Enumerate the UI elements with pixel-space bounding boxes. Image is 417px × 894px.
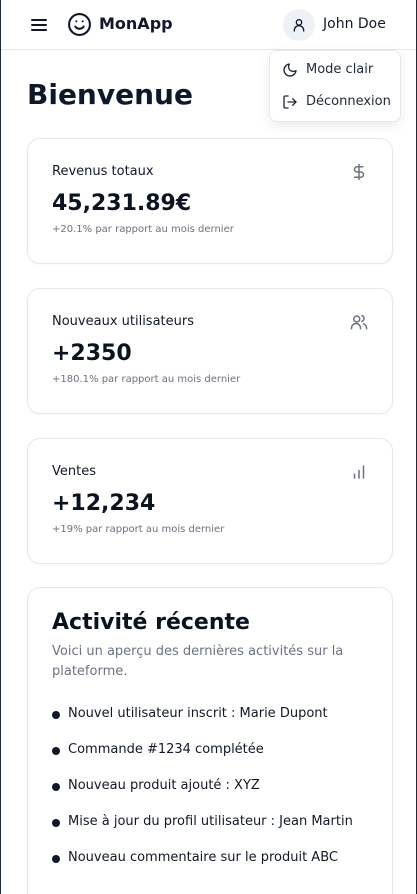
hamburger-icon-line xyxy=(31,19,47,21)
user-menu-button[interactable]: John Doe xyxy=(283,9,403,41)
users-icon xyxy=(350,314,368,330)
bullet-icon xyxy=(52,819,60,827)
activity-text: Mise à jour du profil utilisateur : Jean… xyxy=(68,814,353,829)
user-dropdown-menu: Mode clair Déconnexion xyxy=(269,50,401,122)
list-item: Commande #1234 complétée xyxy=(52,742,353,778)
stat-label: Revenus totaux xyxy=(52,164,154,179)
smiley-icon xyxy=(68,13,91,36)
page-title: Bienvenue xyxy=(27,78,193,111)
stat-value: +2350 xyxy=(52,341,132,366)
stat-label: Ventes xyxy=(52,464,96,479)
activity-text: Nouvel utilisateur inscrit : Marie Dupon… xyxy=(68,706,328,721)
stat-value: +12,234 xyxy=(52,491,156,516)
stat-card-sales: Ventes +12,234 +19% par rapport au mois … xyxy=(27,438,393,564)
menu-item-light-mode[interactable]: Mode clair xyxy=(270,55,402,85)
stat-change: +180.1% par rapport au mois dernier xyxy=(52,374,241,385)
list-item: Nouveau commentaire sur le produit ABC xyxy=(52,850,353,886)
activity-list: Nouvel utilisateur inscrit : Marie Dupon… xyxy=(52,706,353,886)
app-brand[interactable]: MonApp xyxy=(99,14,173,33)
stat-label: Nouveaux utilisateurs xyxy=(52,314,195,329)
bullet-icon xyxy=(52,711,60,719)
menu-item-label: Mode clair xyxy=(306,62,374,77)
activity-description: Voici un aperçu des dernières activités … xyxy=(52,644,344,679)
stat-value: 45,231.89€ xyxy=(52,191,192,216)
stat-change: +19% par rapport au mois dernier xyxy=(52,524,225,535)
stat-change: +20.1% par rapport au mois dernier xyxy=(52,224,234,235)
list-item: Nouvel utilisateur inscrit : Marie Dupon… xyxy=(52,706,353,742)
activity-text: Nouveau commentaire sur le produit ABC xyxy=(68,850,338,865)
activity-title: Activité récente xyxy=(52,610,250,635)
dollar-icon xyxy=(353,163,365,181)
bullet-icon xyxy=(52,747,60,755)
activity-text: Commande #1234 complétée xyxy=(68,742,264,757)
list-item: Nouveau produit ajouté : XYZ xyxy=(52,778,353,814)
bullet-icon xyxy=(52,783,60,791)
recent-activity-card: Activité récente Voici un aperçu des der… xyxy=(27,587,393,894)
top-bar: MonApp John Doe xyxy=(1,0,416,50)
logout-icon xyxy=(283,95,297,109)
stat-card-revenue: Revenus totaux 45,231.89€ +20.1% par rap… xyxy=(27,138,393,264)
bullet-icon xyxy=(52,855,60,863)
user-icon xyxy=(293,19,305,32)
avatar xyxy=(283,9,315,41)
hamburger-icon-line xyxy=(31,24,47,26)
stat-card-users: Nouveaux utilisateurs +2350 +180.1% par … xyxy=(27,288,393,414)
list-item: Mise à jour du profil utilisateur : Jean… xyxy=(52,814,353,850)
bar-chart-icon xyxy=(353,465,365,479)
hamburger-icon-line xyxy=(31,29,47,31)
menu-item-label: Déconnexion xyxy=(306,94,391,109)
menu-button[interactable] xyxy=(23,11,51,39)
activity-text: Nouveau produit ajouté : XYZ xyxy=(68,778,260,793)
moon-icon xyxy=(283,63,297,77)
menu-item-logout[interactable]: Déconnexion xyxy=(270,87,402,117)
user-name: John Doe xyxy=(323,16,386,32)
